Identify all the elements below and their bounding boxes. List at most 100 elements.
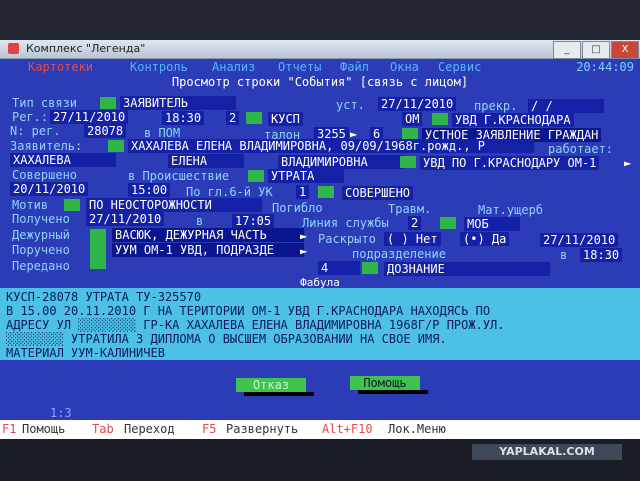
nreg-label: N: рег.: [10, 124, 61, 138]
fabula-line: ░░░░░░░░ УТРАТИЛА З ДИПЛОМА О ВЫСШЕМ ОБР…: [6, 332, 447, 346]
motiv-label: Мотив: [12, 198, 49, 212]
help-button[interactable]: Помощь: [350, 376, 420, 390]
fabula-textarea[interactable]: КУСП-28078 УТРАТА ТУ-325570 В 15.00 20.1…: [0, 288, 640, 360]
menu-item-fail[interactable]: Файл: [340, 60, 369, 74]
raskryto-da-radio[interactable]: (•) Да: [460, 232, 510, 246]
menu-item-analiz[interactable]: Анализ: [212, 60, 255, 74]
otchestvo-marker: [400, 156, 416, 168]
porucheno-arrow-icon: ►: [300, 244, 308, 258]
doznanie-field[interactable]: ДОЗНАНИЕ: [384, 262, 550, 276]
altf10-key: Alt+F10: [322, 422, 373, 436]
maximize-button[interactable]: □: [582, 41, 610, 59]
fabula-line: АДРЕСУ УЛ ░░░░░░░░ ГР-КА ХАХАЛЕВА ЕЛЕНА …: [6, 318, 505, 332]
polucheno-date-field[interactable]: 27/11/2010: [86, 212, 165, 226]
menu-item-okna[interactable]: Окна: [390, 60, 419, 74]
tip-svyazi-label: Тип связи: [12, 96, 78, 110]
v-proisshestvii-label: в Происшествие: [128, 169, 230, 183]
liniya-label: Линия службы: [302, 216, 389, 230]
proisshestvie-marker: [248, 170, 264, 182]
polucheno-label: Получено: [12, 212, 70, 226]
menu-item-otchety[interactable]: Отчеты: [278, 60, 321, 74]
otchestvo-field[interactable]: ВЛАДИМИРОВНА: [278, 155, 404, 169]
uvd-field[interactable]: УВД Г.КРАСНОДАРА: [452, 113, 574, 127]
porucheno-field[interactable]: УУМ ОМ-1 УВД, ПОДРАЗДЕ: [112, 243, 304, 257]
rabotaet-label: работает:: [548, 142, 614, 156]
fabula-line: В 15.00 20.11.2010 Г НА ТЕРИТОРИИ ОМ-1 У…: [6, 304, 491, 318]
zayavitel-field[interactable]: ХАХАЛЕВА ЕЛЕНА ВЛАДИМИРОВНА, 09/09/1968г…: [128, 139, 534, 153]
reg-label: Рег.:: [12, 110, 49, 124]
raskryto-date-field[interactable]: 27/11/2010: [540, 233, 619, 247]
event-date-field[interactable]: 20/11/2010: [10, 182, 89, 196]
watermark: YAPLAKAL.COM: [472, 444, 622, 460]
familiya-field[interactable]: ХАХАЛЕВА: [10, 153, 116, 167]
peredano-label: Передано: [12, 259, 70, 273]
polucheno-v-label: в: [196, 214, 204, 228]
soversheno-field[interactable]: СОВЕРШЕНО: [342, 186, 414, 200]
gl-num-field[interactable]: 1: [296, 185, 310, 199]
imya-field[interactable]: ЕЛЕНА: [168, 154, 244, 168]
help-button-shadow: [358, 390, 428, 394]
motiv-field[interactable]: ПО НЕОСТОРОЖНОСТИ: [86, 198, 262, 212]
uvd-om-field[interactable]: УВД ПО Г.КРАСНОДАРУ ОМ-1: [420, 156, 600, 170]
mob-field[interactable]: МОБ: [464, 217, 520, 231]
podrazdelenie-label: подразделение: [352, 247, 446, 261]
altf10-action[interactable]: Лок.Меню: [388, 422, 446, 436]
prekr-date-field[interactable]: / /: [528, 99, 604, 113]
raskryto-net-radio[interactable]: ( ) Нет: [384, 232, 441, 246]
f1-action[interactable]: Помощь: [22, 422, 65, 436]
prekr-label: прекр.: [474, 99, 518, 113]
zayavitel-label: Заявитель:: [10, 139, 83, 153]
liniya-marker: [440, 217, 456, 229]
menu-bar: Картотеки Контроль Анализ Отчеты Файл Ок…: [0, 59, 640, 75]
gl-marker: [318, 186, 334, 198]
tab-key: Tab: [92, 422, 114, 436]
dezhurny-label: Дежурный: [12, 228, 70, 242]
cancel-button[interactable]: Отказ: [236, 378, 306, 392]
page-indicator: 1:3: [50, 406, 72, 420]
fabula-label: Фабула: [300, 276, 340, 289]
fabula-line: КУСП-28078 УТРАТА ТУ-325570: [6, 290, 202, 304]
f5-key: F5: [202, 422, 217, 436]
liniya-field[interactable]: 2: [408, 216, 422, 230]
fabula-line: МАТЕРИАЛ УУМ-КАЛИНИЧЕВ: [6, 346, 165, 360]
mat-usherb-label: Мат.ущерб: [478, 203, 544, 217]
dezhurny-arrow-icon: ►: [300, 229, 308, 243]
zayavitel-marker: [108, 140, 124, 152]
dezhurny-marker: [90, 229, 106, 269]
uvd-om-arrow-icon: ►: [624, 156, 632, 170]
porucheno-label: Поручено: [12, 243, 70, 257]
podrazdelenie-v-label: в: [560, 248, 568, 262]
event-time-field[interactable]: 15:00: [128, 183, 171, 197]
reg-time-field[interactable]: 18:30: [162, 111, 205, 125]
raskryto-label: Раскрыто: [318, 232, 376, 246]
podr-num-field[interactable]: 4: [318, 261, 360, 275]
reg-marker: [246, 112, 262, 124]
reg-num-field[interactable]: 2: [226, 111, 240, 125]
motiv-marker: [64, 199, 80, 211]
close-button[interactable]: X: [611, 41, 639, 59]
dialog-title: Просмотр строки "События" [связь с лицом…: [171, 75, 469, 89]
polucheno-time-field[interactable]: 17:05: [232, 214, 275, 228]
podrazdelenie-time-field[interactable]: 18:30: [580, 248, 623, 262]
window-titlebar: Комплекс "Легенда" _ □ X: [0, 40, 640, 59]
minimize-button[interactable]: _: [553, 41, 581, 59]
reg-date-field[interactable]: 27/11/2010: [50, 110, 129, 124]
menu-item-kartoteki[interactable]: Картотеки: [28, 60, 93, 74]
tip-svyazi-marker: [100, 97, 116, 109]
ust-date-field[interactable]: 27/11/2010: [378, 97, 457, 111]
dezhurny-field[interactable]: ВАСЮК, ДЕЖУРНАЯ ЧАСТЬ: [112, 228, 304, 242]
f5-action[interactable]: Развернуть: [226, 422, 298, 436]
menu-item-servis[interactable]: Сервис: [438, 60, 481, 74]
kusp-field[interactable]: КУСП: [268, 112, 303, 126]
f1-key: F1: [2, 422, 17, 436]
tab-action[interactable]: Переход: [124, 422, 175, 436]
menu-item-kontrol[interactable]: Контроль: [130, 60, 188, 74]
utrata-field[interactable]: УТРАТА: [268, 169, 344, 183]
om-field[interactable]: ОМ: [402, 112, 423, 126]
window-title: Комплекс "Легенда": [26, 42, 146, 55]
travm-label: Травм.: [388, 202, 432, 216]
nreg-field[interactable]: 28078: [84, 124, 127, 138]
tip-svyazi-field[interactable]: ЗАЯВИТЕЛЬ: [120, 96, 236, 110]
om-marker: [432, 113, 448, 125]
po-gl-label: По гл.6-й УК: [186, 185, 273, 199]
